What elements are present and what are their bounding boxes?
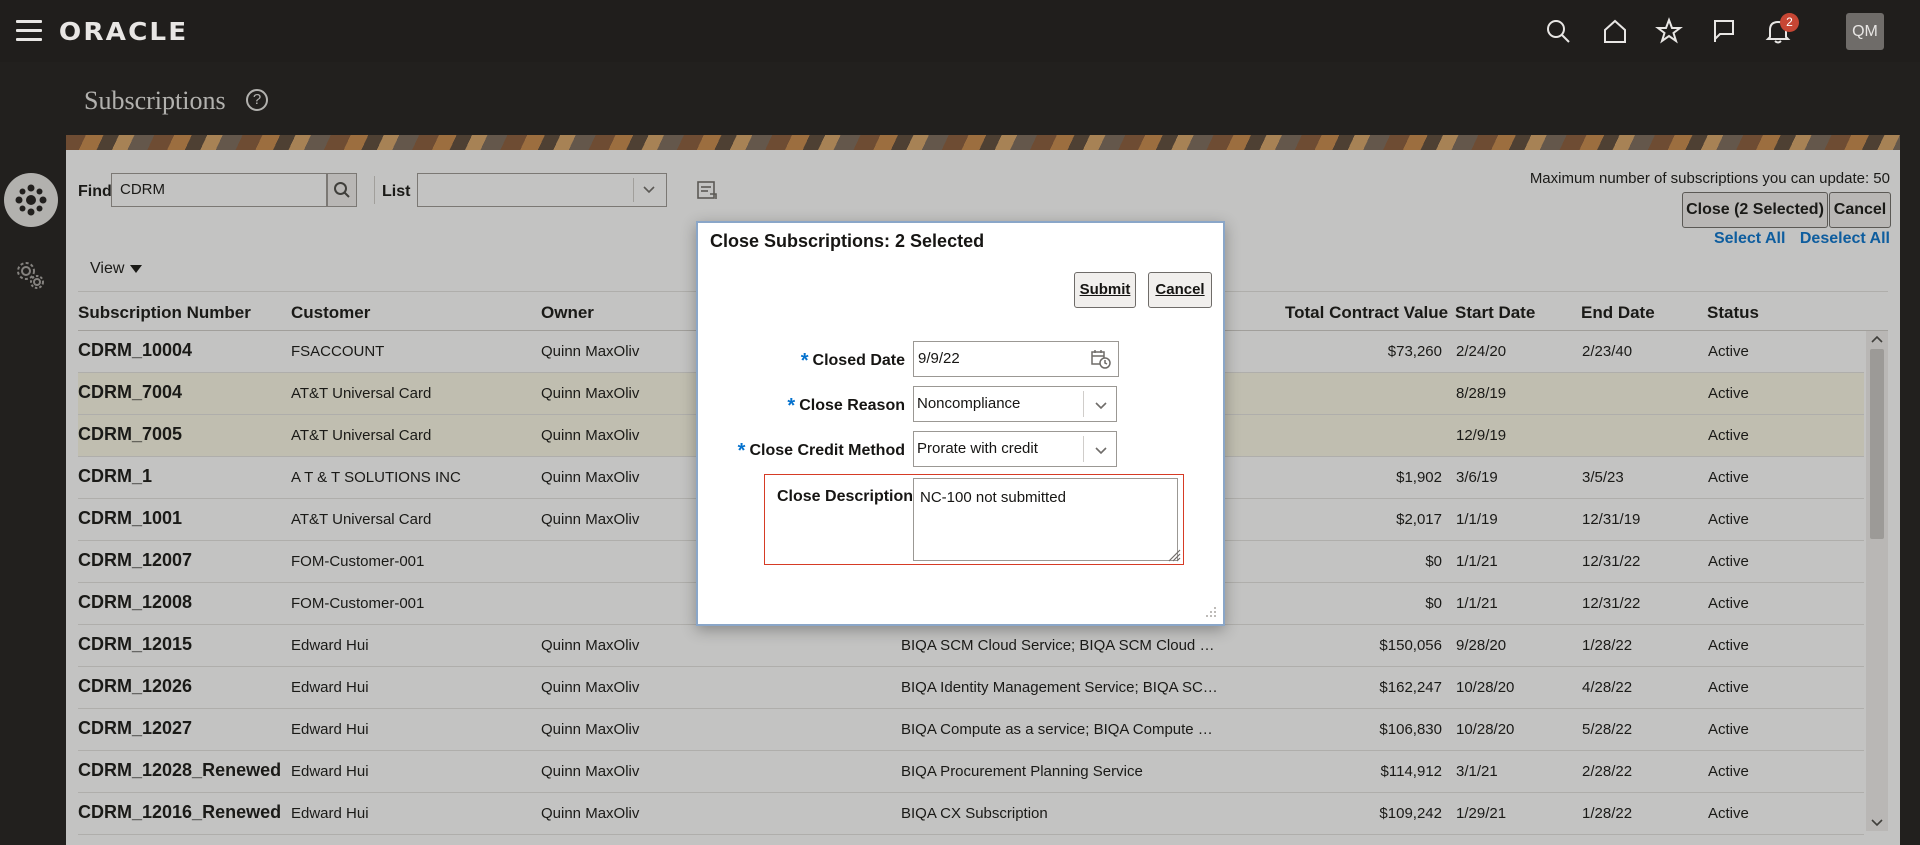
submit-button[interactable]: Submit [1074,272,1136,308]
close-reason-label-text: Close Reason [799,397,905,414]
chevron-down-icon [1095,447,1107,455]
required-marker: * [800,350,809,372]
close-credit-method-label: * Close Credit Method [737,438,905,462]
close-credit-method-label-text: Close Credit Method [749,442,905,459]
chevron-down-icon [1095,402,1107,410]
closed-date-label: * Closed Date [800,348,905,372]
notification-count-badge: 2 [1780,13,1799,32]
closed-date-value: 9/9/22 [918,350,960,367]
dialog-title: Close Subscriptions: 2 Selected [710,231,985,251]
required-marker: * [737,440,746,462]
dialog-cancel-button[interactable]: Cancel [1148,272,1212,308]
closed-date-label-text: Closed Date [812,352,905,369]
required-marker: * [787,395,796,417]
close-credit-method-select[interactable]: Prorate with credit [913,431,1117,467]
close-subscriptions-dialog: Close Subscriptions: 2 Selected Submit C… [696,221,1225,626]
closed-date-input[interactable]: 9/9/22 [913,341,1119,377]
global-header: ORACLE 2 QM [0,0,1920,62]
watchlist-flag-icon[interactable] [1709,16,1739,46]
oracle-logo: ORACLE [58,17,189,46]
close-credit-method-value: Prorate with credit [917,440,1038,457]
dialog-resize-handle-icon[interactable] [1203,604,1217,618]
close-reason-select[interactable]: Noncompliance [913,386,1117,422]
close-reason-value: Noncompliance [917,395,1021,412]
close-reason-label: * Close Reason [787,393,905,417]
close-description-textarea[interactable]: NC-100 not submitted [913,478,1178,561]
close-description-label: Close Description [777,488,914,505]
calendar-icon[interactable] [1090,348,1112,370]
user-avatar[interactable]: QM [1846,13,1884,50]
search-icon[interactable] [1543,16,1573,46]
home-icon[interactable] [1600,16,1630,46]
favorites-star-icon[interactable] [1654,16,1684,46]
close-description-field-group: Close Description NC-100 not submitted [764,474,1184,565]
navigator-menu-icon[interactable] [16,20,42,42]
textarea-resize-handle-icon[interactable] [1167,548,1181,562]
